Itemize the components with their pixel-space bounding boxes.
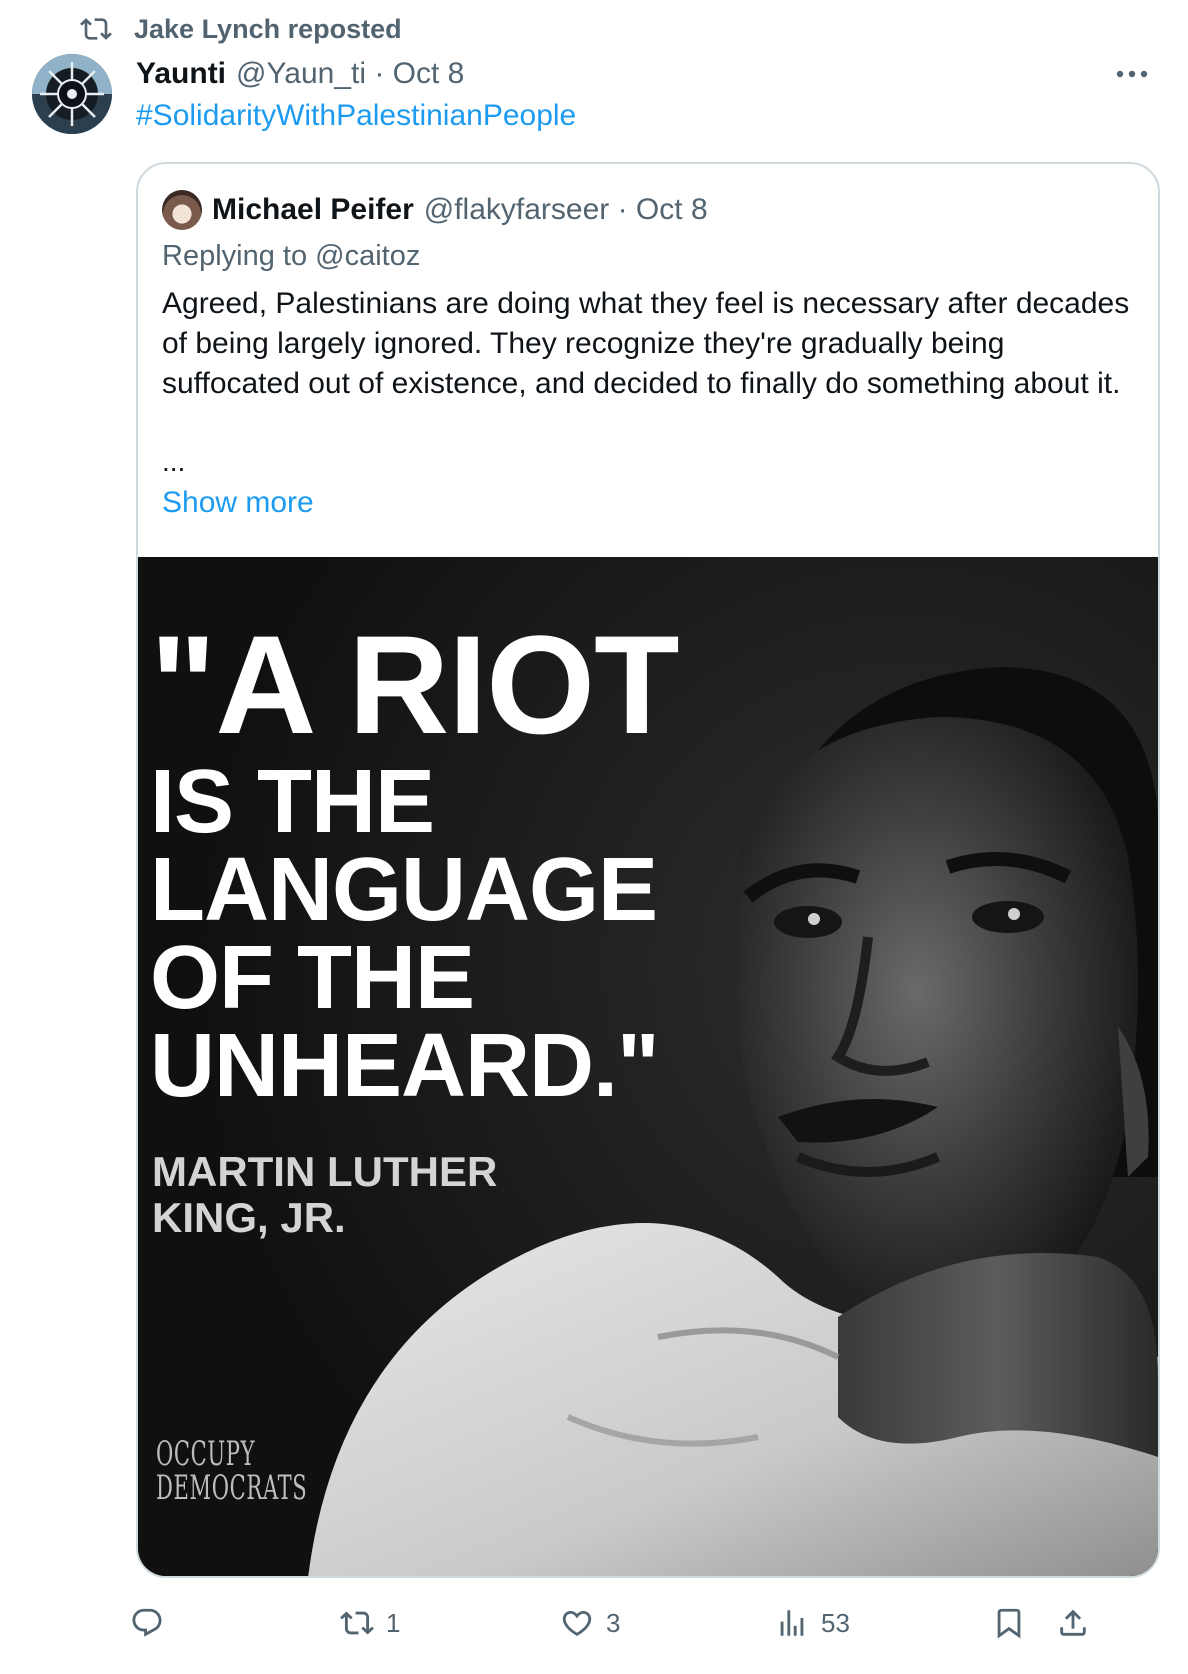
quote-avatar[interactable] bbox=[162, 190, 202, 230]
action-bar: 1 3 53 bbox=[130, 1600, 1150, 1646]
views-count: 53 bbox=[821, 1607, 850, 1638]
tweet-header: Yaunti @Yaun_ti · Oct 8 bbox=[136, 54, 464, 94]
repost-icon bbox=[80, 18, 112, 40]
bookmark-button[interactable] bbox=[992, 1600, 1026, 1646]
repost-icon bbox=[340, 1611, 374, 1635]
quote-line: "A RIOT bbox=[150, 606, 680, 763]
avatar[interactable] bbox=[32, 54, 112, 134]
attribution-line: KING, JR. bbox=[152, 1194, 346, 1241]
repost-label: Jake Lynch reposted bbox=[134, 13, 402, 44]
views-button[interactable]: 53 bbox=[775, 1600, 850, 1646]
quoted-tweet-card[interactable]: Michael Peifer @flakyfarseer · Oct 8 Rep… bbox=[136, 162, 1160, 1578]
attribution-line: MARTIN LUTHER bbox=[152, 1148, 498, 1195]
avatar-emblem-icon bbox=[32, 54, 112, 134]
views-icon bbox=[780, 1610, 804, 1636]
quote-line: LANGUAGE bbox=[150, 840, 658, 940]
like-button[interactable]: 3 bbox=[560, 1600, 620, 1646]
bookmark-icon bbox=[997, 1608, 1021, 1639]
quote-header: Michael Peifer @flakyfarseer · Oct 8 bbox=[162, 190, 708, 230]
like-count: 3 bbox=[606, 1607, 621, 1638]
replying-to[interactable]: Replying to @caitoz bbox=[162, 240, 420, 273]
author-meta[interactable]: @Yaun_ti · Oct 8 bbox=[236, 57, 464, 91]
brand-watermark: OCCUPY DEMOCRATS bbox=[156, 1437, 307, 1505]
share-icon bbox=[1060, 1609, 1086, 1636]
share-button[interactable] bbox=[1056, 1600, 1090, 1646]
repost-count: 1 bbox=[386, 1607, 401, 1638]
like-icon bbox=[562, 1610, 592, 1636]
repost-button[interactable]: 1 bbox=[340, 1600, 400, 1646]
show-more-link[interactable]: Show more bbox=[162, 486, 314, 520]
more-icon bbox=[1116, 70, 1148, 78]
quote-line: IS THE bbox=[150, 752, 435, 852]
quote-author-name[interactable]: Michael Peifer bbox=[212, 193, 414, 227]
quote-text: Agreed, Palestinians are doing what they… bbox=[162, 287, 1130, 400]
quote-ellipsis: ... bbox=[162, 446, 186, 477]
reply-button[interactable] bbox=[130, 1600, 176, 1646]
brand-line: OCCUPY bbox=[156, 1434, 256, 1474]
quote-line: OF THE bbox=[150, 928, 475, 1028]
more-button[interactable] bbox=[1112, 56, 1152, 92]
quote-author-meta[interactable]: @flakyfarseer · Oct 8 bbox=[424, 193, 708, 227]
brand-line: DEMOCRATS bbox=[156, 1468, 308, 1508]
hashtag-link[interactable]: #SolidarityWithPalestinianPeople bbox=[136, 99, 576, 133]
quote-line: UNHEARD." bbox=[150, 1016, 660, 1116]
quote-image[interactable]: "A RIOT IS THE LANGUAGE OF THE UNHEARD."… bbox=[138, 557, 1158, 1576]
author-name[interactable]: Yaunti bbox=[136, 57, 226, 91]
reply-icon bbox=[132, 1608, 162, 1637]
repost-indicator[interactable]: Jake Lynch reposted bbox=[80, 12, 402, 46]
